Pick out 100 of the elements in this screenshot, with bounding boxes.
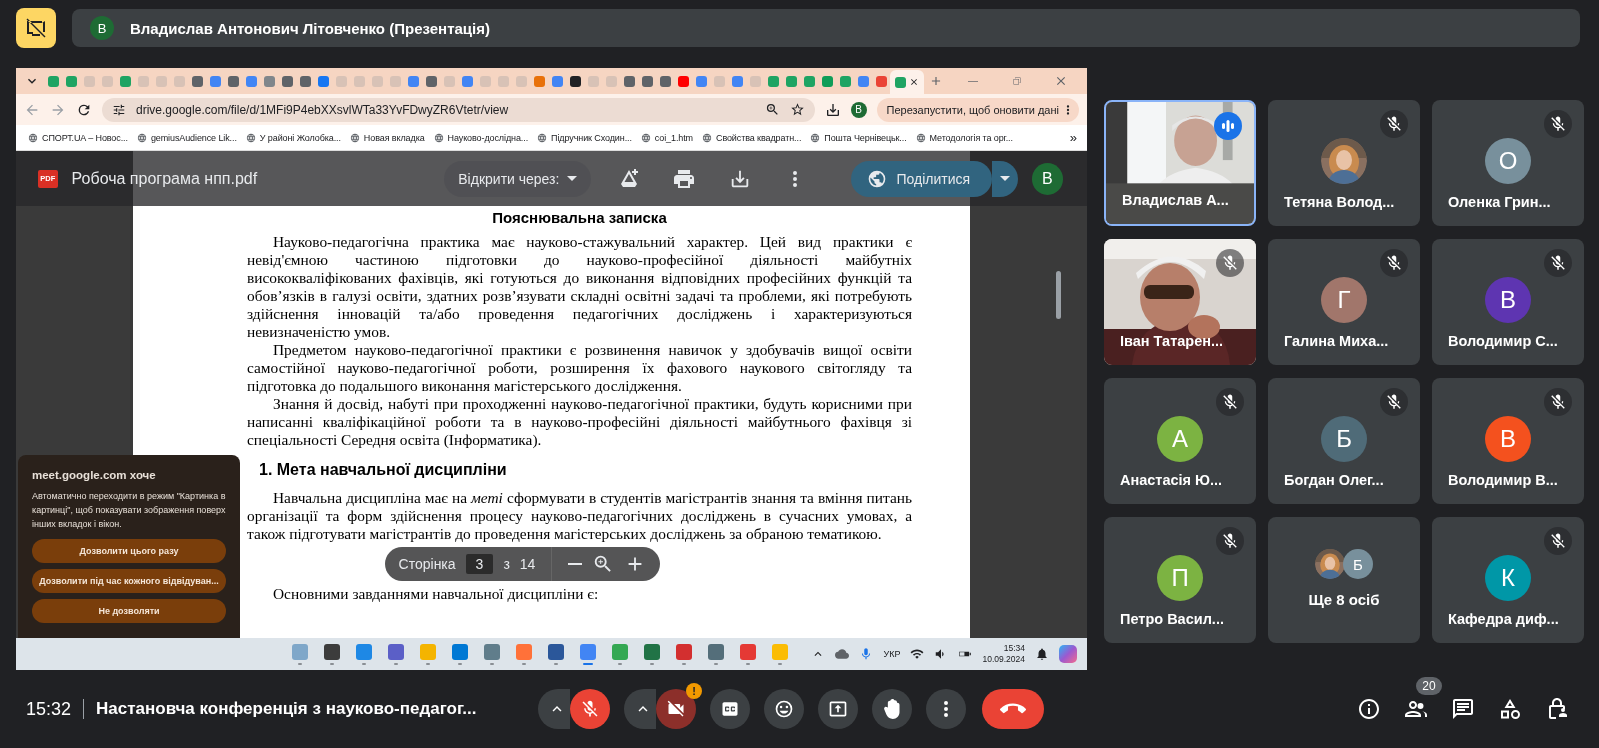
- address-bar[interactable]: drive.google.com/file/d/1MFi9P4ebXXsvlWTa33YvFDwyZR6Vtetr/view: [102, 97, 815, 122]
- leave-call-button[interactable]: [982, 689, 1045, 729]
- clock-time: 15:34: [1003, 643, 1025, 654]
- bookmark[interactable]: Методологія та орг...: [915, 132, 1013, 143]
- participant-tile[interactable]: Б Богдан Олег...: [1268, 378, 1420, 504]
- participant-tile[interactable]: Іван Татарен...: [1104, 239, 1256, 365]
- share-button[interactable]: Поділитися: [850, 160, 993, 197]
- shapes-icon: [1498, 697, 1522, 721]
- mic-off-glyph: [1385, 393, 1403, 411]
- scrollbar-thumb[interactable]: [1056, 271, 1061, 319]
- bookmark[interactable]: У районі Жолобка...: [245, 132, 341, 143]
- chat-button[interactable]: [1451, 697, 1475, 721]
- avatar: П: [1157, 555, 1203, 601]
- taskbar-app[interactable]: [322, 642, 342, 666]
- meeting-title: Настановча конференція з науково-педагог...: [96, 699, 478, 719]
- taskbar-app[interactable]: [642, 642, 662, 666]
- participant-name: Петро Васил...: [1120, 611, 1224, 627]
- more-bookmarks-button[interactable]: »: [1069, 130, 1077, 145]
- taskbar-app[interactable]: [674, 642, 694, 666]
- globe-icon: [245, 132, 256, 143]
- bookmark[interactable]: Пошта Чернівецьк...: [810, 132, 907, 143]
- taskbar-app[interactable]: [546, 642, 566, 666]
- page-field[interactable]: 3: [465, 554, 494, 574]
- popup-button[interactable]: Дозволити цього разу: [32, 539, 226, 563]
- more-participants-label[interactable]: Ще 8 осіб: [1268, 591, 1420, 608]
- participant-tile[interactable]: Тетяна Волод...: [1268, 100, 1420, 226]
- globe-icon: [349, 132, 360, 143]
- avatar: В: [1485, 416, 1531, 462]
- taskbar-app[interactable]: [386, 642, 406, 666]
- stop-presenting-button[interactable]: [16, 8, 56, 48]
- participant-tile[interactable]: Владислав А...: [1104, 100, 1256, 226]
- restore-icon: [1011, 75, 1023, 87]
- participant-tile[interactable]: О Оленка Грин...: [1432, 100, 1584, 226]
- document-paragraph: Навчальна дисципліна має на меті сформувати в студентів магістрантів знання та вміння питань організації та форм здійснення процесу науково-педагогічних досліджень в сучасних умовах, а також підготувати магістрантів до проведення магістерських досліджень за обраною тематикою.: [247, 489, 912, 543]
- bookmark[interactable]: СПОРТ.UA – Новос...: [28, 132, 128, 143]
- bookmark[interactable]: gemiusAudience Lik...: [136, 132, 237, 143]
- camera-button[interactable]: [656, 689, 697, 729]
- info-button[interactable]: [1357, 697, 1381, 721]
- mic-off-glyph: [1385, 115, 1403, 133]
- document-paragraph: Знання й досвід, набуті при проходженні науково-педагогічної практики, будуть корисними при написанні кваліфікаційної роботи та в науково-професійні діяльності майбутнього фахівця зі спеціальності Середня освіта (Інформатика).: [247, 395, 912, 449]
- document-paragraph: Основними завданнями навчальної дисципліни є:: [272, 585, 600, 603]
- participant-tile[interactable]: В Володимир В...: [1432, 378, 1584, 504]
- popup-button[interactable]: Не дозволяти: [32, 599, 226, 623]
- chat-icon: [1451, 697, 1475, 721]
- avatar: Г: [1321, 277, 1367, 323]
- activities-button[interactable]: [1498, 697, 1522, 721]
- account-avatar[interactable]: В: [1031, 162, 1063, 195]
- participant-tile[interactable]: А Анастасія Ю...: [1104, 378, 1256, 504]
- presenter-title: Владислав Антонович Літовченко (Презентація): [130, 19, 490, 37]
- star-icon: [789, 102, 805, 117]
- profile-avatar[interactable]: В: [850, 101, 867, 118]
- participant-name: Галина Миха...: [1284, 333, 1389, 349]
- bookmark[interactable]: Свойства квадратн...: [702, 132, 802, 143]
- popup-title: meet.google.com хоче: [32, 469, 157, 481]
- participant-tile[interactable]: К Кафедра диф...: [1432, 517, 1584, 643]
- screen-off-icon: [24, 16, 48, 40]
- more-icon: [944, 701, 949, 717]
- raise-hand-button[interactable]: [872, 689, 913, 729]
- participant-name: Іван Татарен...: [1120, 333, 1224, 349]
- download-icon: [824, 101, 841, 118]
- present-button[interactable]: [818, 689, 859, 729]
- participant-tile[interactable]: В Володимир С...: [1432, 239, 1584, 365]
- globe-icon: [810, 132, 821, 143]
- globe-icon: [136, 132, 147, 143]
- mic-off-glyph: [1385, 254, 1403, 272]
- update-button[interactable]: Перезапустити, щоб оновити дані: [876, 97, 1079, 122]
- bookmark[interactable]: Новая вкладка: [349, 132, 425, 143]
- participant-name: Кафедра диф...: [1448, 611, 1559, 627]
- bookmark[interactable]: coi_1.htm: [640, 132, 693, 143]
- participant-tile[interactable]: П Петро Васил...: [1104, 517, 1256, 643]
- bookmark[interactable]: Підручник Сходин...: [537, 132, 632, 143]
- url-text: drive.google.com/file/d/1MFi9P4ebXXsvlWTa33YvFDwyZR6Vtetr/view: [136, 102, 510, 117]
- globe-icon: [640, 132, 651, 143]
- mic-off-glyph: [1221, 254, 1239, 272]
- participant-name: Оленка Грин...: [1448, 194, 1551, 210]
- mic-off-glyph: [1549, 532, 1567, 550]
- globe-icon: [866, 168, 887, 189]
- share-options-button[interactable]: [992, 160, 1018, 197]
- globe-icon: [702, 132, 712, 143]
- avatar-photo: [1321, 138, 1367, 184]
- microphone-button[interactable]: [570, 689, 611, 729]
- section-heading: 1. Мета навчальної дисципліни: [259, 461, 508, 479]
- participant-name: Богдан Олег...: [1284, 472, 1384, 488]
- popup-button[interactable]: Дозволити під час кожного відвідуван...: [32, 569, 226, 593]
- mic-off-glyph: [1221, 393, 1239, 411]
- document-title: Пояснювальна записка: [491, 209, 668, 227]
- open-with-button[interactable]: Відкрити через:: [444, 160, 592, 197]
- page-total: 14: [519, 555, 536, 573]
- bookmark[interactable]: Науково-дослідна...: [433, 132, 529, 143]
- more-options-button[interactable]: [926, 689, 967, 729]
- wifi-icon: [910, 647, 925, 661]
- document-paragraph: Науково-педагогічна практика має науково-стажувальний характер. Цей вид практики є невід'ємною частиною підготовки до науково-професійної діяльності майбутніх висококваліфікованих фахівців, які готуються до виконання відповідних професійних функцій та обов’язків в галузі освіти, здатних розв’язувати складні освітні задачі та проблеми, які потребують здійснення інновацій та/або проведення педагогічних досліджень і характеризуються невизначеністю умов.: [247, 233, 912, 341]
- participant-tile[interactable]: Г Галина Миха...: [1268, 239, 1420, 365]
- reactions-button[interactable]: [764, 689, 805, 729]
- participant-tile[interactable]: Б Ще 8 осіб: [1268, 517, 1420, 643]
- avatar: Б: [1343, 549, 1373, 579]
- captions-button[interactable]: [710, 689, 751, 729]
- taskbar-app[interactable]: [706, 642, 726, 666]
- document-paragraph: Предметом науково-педагогічної практики є розвинення навичок у здобувачів вищої освіти самостійної науково-педагогічної роботи, розширення їх фахового наукового світогляду та підготовка до подальшого виконання магістерського дослідження.: [247, 341, 912, 395]
- language-indicator[interactable]: УКР: [883, 649, 901, 659]
